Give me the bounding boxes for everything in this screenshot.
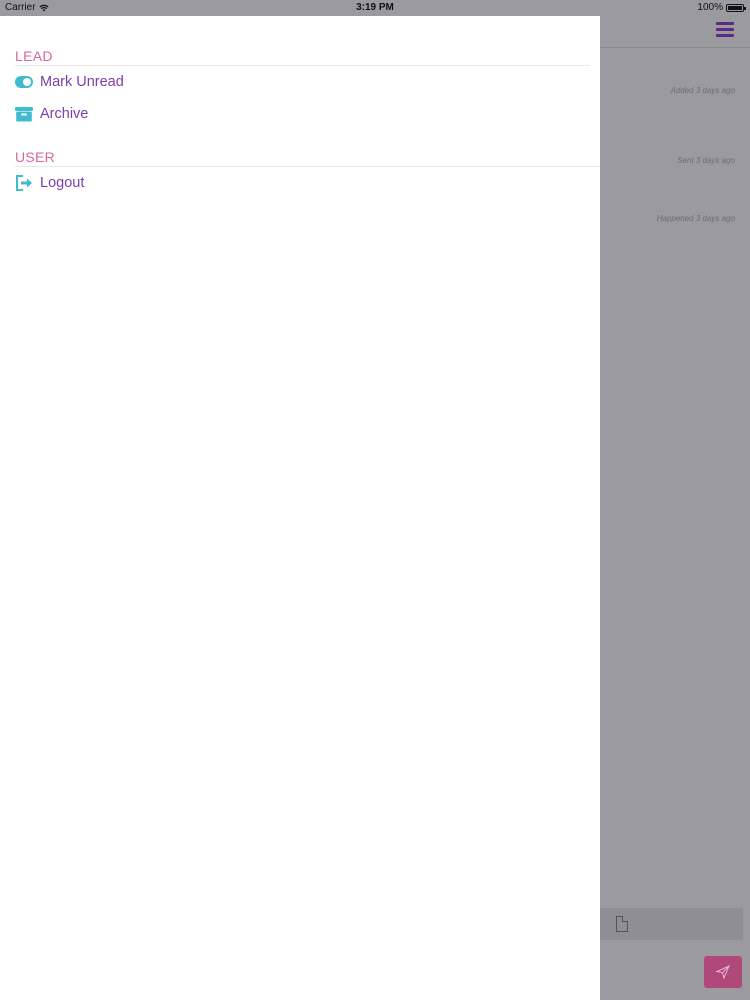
battery-indicator: 100% (697, 2, 746, 13)
timeline-happened: Happened 3 days ago (656, 214, 735, 223)
logout-icon (15, 174, 33, 192)
section-divider (15, 166, 600, 167)
section-divider (15, 65, 590, 66)
status-bar: Carrier 3:19 PM 100% (0, 0, 750, 16)
send-icon (716, 965, 730, 979)
dimmed-background[interactable]: Added 3 days ago Sent 3 days ago Happene… (600, 0, 750, 1000)
section-header-user: USER (15, 149, 56, 165)
attach-document-icon[interactable] (616, 916, 628, 932)
menu-item-label: Mark Unread (40, 74, 124, 90)
section-header-lead: LEAD (15, 48, 53, 64)
background-header (600, 16, 750, 48)
hamburger-menu-icon[interactable] (716, 22, 734, 37)
toggle-icon (15, 73, 33, 91)
archive-box-icon (15, 105, 33, 123)
send-button[interactable] (704, 956, 742, 988)
menu-item-archive[interactable]: Archive (15, 102, 88, 126)
timeline-sent: Sent 3 days ago (677, 156, 735, 165)
battery-percent: 100% (697, 2, 723, 13)
menu-item-label: Archive (40, 106, 89, 122)
message-input-bar[interactable] (600, 908, 743, 940)
menu-item-mark-unread[interactable]: Mark Unread (15, 70, 124, 94)
status-time: 3:19 PM (356, 2, 394, 13)
timeline-added: Added 3 days ago (670, 86, 736, 95)
side-drawer: LEAD Mark Unread Archive USER Logout (0, 16, 600, 1000)
battery-icon (726, 3, 746, 12)
menu-item-logout[interactable]: Logout (15, 171, 84, 195)
menu-item-label: Logout (40, 175, 85, 191)
